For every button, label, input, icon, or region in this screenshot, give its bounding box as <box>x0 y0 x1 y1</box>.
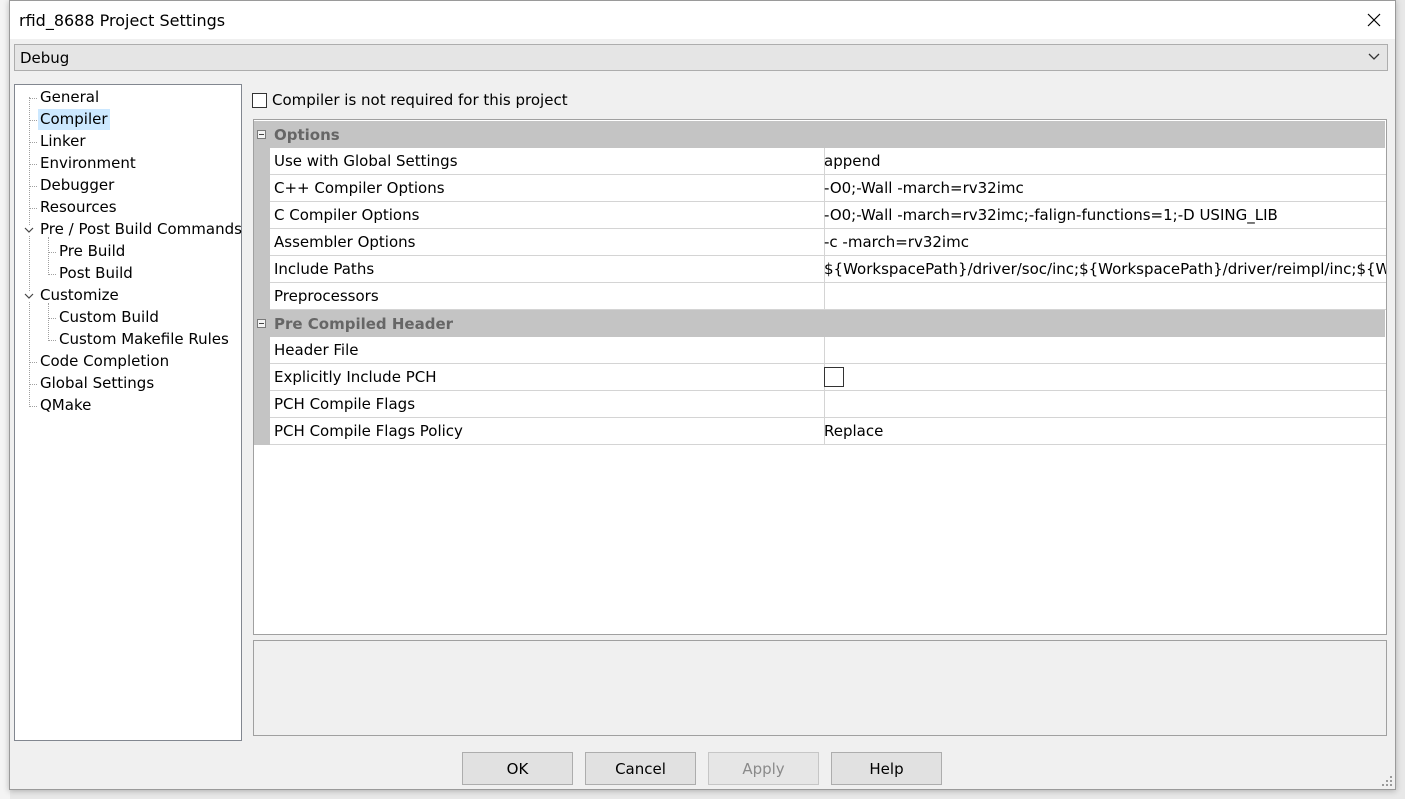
property-name: Preprocessors <box>270 283 825 310</box>
property-value[interactable]: Replace <box>820 418 1386 445</box>
property-name: PCH Compile Flags <box>270 391 825 418</box>
tree-item-post-build[interactable]: Post Build <box>57 263 135 284</box>
tree-item-global-settings[interactable]: Global Settings <box>38 373 156 394</box>
tree-item-custom-build[interactable]: Custom Build <box>57 307 161 328</box>
property-value[interactable] <box>820 337 1386 364</box>
apply-button[interactable]: Apply <box>708 752 819 785</box>
tree-item-custom-makefile-rules[interactable]: Custom Makefile Rules <box>57 329 231 350</box>
property-name: Assembler Options <box>270 229 825 256</box>
tree-connector-line <box>29 164 37 165</box>
settings-tree[interactable]: General Compiler Linker Environment Debugger… <box>14 84 242 741</box>
property-value[interactable] <box>820 283 1386 310</box>
property-name: PCH Compile Flags Policy <box>270 418 825 445</box>
property-name: C++ Compiler Options <box>270 175 825 202</box>
tree-connector-line <box>29 384 37 385</box>
property-row-explicitly-include-pch[interactable]: Explicitly Include PCH <box>254 364 1386 391</box>
resize-grip-icon[interactable] <box>1381 775 1393 787</box>
tree-item-pre-post-build-commands[interactable]: Pre / Post Build Commands <box>38 219 244 240</box>
property-row-header-file[interactable]: Header File <box>254 337 1386 364</box>
tree-connector-line <box>29 98 37 99</box>
property-row-pch-compile-flags[interactable]: PCH Compile Flags <box>254 391 1386 418</box>
property-row-include-paths[interactable]: Include Paths ${WorkspacePath}/driver/soc… <box>254 256 1386 283</box>
property-row-preprocessors[interactable]: Preprocessors <box>254 283 1386 310</box>
close-button[interactable] <box>1359 5 1389 35</box>
property-checkbox[interactable] <box>824 366 844 387</box>
compiler-not-required-option[interactable]: Compiler is not required for this projec… <box>252 90 568 110</box>
property-row-c-compiler-options[interactable]: C Compiler Options -O0;-Wall -march=rv32i… <box>254 202 1386 229</box>
row-gutter <box>254 148 270 175</box>
tree-item-environment[interactable]: Environment <box>38 153 138 174</box>
tree-item-qmake[interactable]: QMake <box>38 395 93 416</box>
category-label: Pre Compiled Header <box>274 315 454 333</box>
property-value[interactable]: -O0;-Wall -march=rv32imc;-falign-functio… <box>820 202 1386 229</box>
property-name: Explicitly Include PCH <box>270 364 825 391</box>
tree-connector-line <box>29 120 37 121</box>
property-value[interactable]: ${WorkspacePath}/driver/soc/inc;${Worksp… <box>820 256 1386 283</box>
property-name: Include Paths <box>270 256 825 283</box>
title-bar: rfid_8688 Project Settings <box>10 1 1395 39</box>
row-gutter <box>254 256 270 283</box>
tree-connector-line <box>48 252 56 253</box>
tree-item-customize[interactable]: Customize <box>38 285 121 306</box>
tree-connector-line <box>48 237 49 275</box>
property-row-assembler-options[interactable]: Assembler Options -c -march=rv32imc <box>254 229 1386 256</box>
row-gutter <box>254 202 270 229</box>
ok-button[interactable]: OK <box>462 752 573 785</box>
category-pre-compiled-header: Pre Compiled Header <box>254 310 1385 337</box>
tree-connector-line <box>29 406 37 407</box>
collapse-toggle-icon[interactable] <box>257 319 266 328</box>
property-row-c-compiler-options[interactable]: C++ Compiler Options -O0;-Wall -march=rv3… <box>254 175 1386 202</box>
tree-connector-line <box>48 274 56 275</box>
window-title: rfid_8688 Project Settings <box>19 11 226 30</box>
tree-item-linker[interactable]: Linker <box>38 131 88 152</box>
row-gutter <box>254 418 270 445</box>
row-gutter <box>254 391 270 418</box>
tree-item-pre-build[interactable]: Pre Build <box>57 241 127 262</box>
tree-connector-line <box>29 97 30 405</box>
collapse-toggle-icon[interactable] <box>257 130 266 139</box>
tree-connector-line <box>29 142 37 143</box>
property-value[interactable]: -c -march=rv32imc <box>820 229 1386 256</box>
category-label: Options <box>274 126 340 144</box>
chevron-down-icon <box>1368 53 1380 60</box>
tree-item-general[interactable]: General <box>38 87 101 108</box>
expand-chevron-icon[interactable] <box>24 225 34 235</box>
tree-item-resources[interactable]: Resources <box>38 197 119 218</box>
row-gutter <box>254 229 270 256</box>
tree-item-compiler[interactable]: Compiler <box>38 109 110 130</box>
row-gutter <box>254 283 270 310</box>
property-row-use-with-global-settings[interactable]: Use with Global Settings append <box>254 148 1386 175</box>
tree-connector-line <box>48 340 56 341</box>
expand-chevron-icon[interactable] <box>24 291 34 301</box>
tree-connector-line <box>48 303 49 341</box>
property-name: Use with Global Settings <box>270 148 825 175</box>
row-gutter <box>254 337 270 364</box>
tree-connector-line <box>29 186 37 187</box>
project-settings-dialog: rfid_8688 Project Settings Debug General… <box>9 0 1396 790</box>
property-value[interactable] <box>820 391 1386 418</box>
tree-item-debugger[interactable]: Debugger <box>38 175 116 196</box>
tree-connector-line <box>29 362 37 363</box>
property-name: Header File <box>270 337 825 364</box>
help-button[interactable]: Help <box>831 752 942 785</box>
configuration-select[interactable]: Debug <box>14 44 1388 71</box>
row-gutter <box>254 175 270 202</box>
property-value[interactable]: append <box>820 148 1386 175</box>
tree-connector-line <box>48 318 56 319</box>
configuration-value: Debug <box>20 49 70 67</box>
property-grid[interactable]: Options Use with Global Settings append C++… <box>253 119 1387 635</box>
close-icon <box>1367 13 1381 27</box>
compiler-not-required-checkbox[interactable] <box>252 92 267 108</box>
row-gutter <box>254 364 270 391</box>
compiler-not-required-label: Compiler is not required for this projec… <box>272 91 568 109</box>
tree-item-code-completion[interactable]: Code Completion <box>38 351 171 372</box>
property-value[interactable]: -O0;-Wall -march=rv32imc <box>820 175 1386 202</box>
property-name: C Compiler Options <box>270 202 825 229</box>
cancel-button[interactable]: Cancel <box>585 752 696 785</box>
tree-connector-line <box>29 208 37 209</box>
property-row-pch-compile-flags-policy[interactable]: PCH Compile Flags Policy Replace <box>254 418 1386 445</box>
category-options: Options <box>254 121 1385 148</box>
description-panel <box>253 640 1387 736</box>
property-value[interactable] <box>820 364 1386 391</box>
